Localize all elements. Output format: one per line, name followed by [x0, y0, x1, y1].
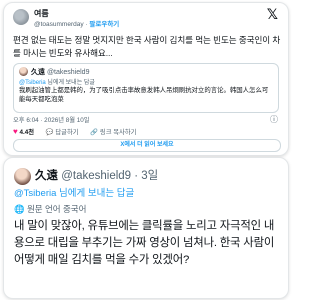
reply-button[interactable]: 💬 답글하기: [46, 129, 79, 136]
quoted-reply-context: @Tsiberia 님에게 보내는 답글: [19, 77, 95, 86]
post-text: 내 말이 맞잖아, 유튜브에는 클릭률을 노리고 자극적인 내용으로 대립을 부…: [14, 220, 275, 266]
user-handle[interactable]: @takeshield9: [61, 170, 131, 182]
reply-mention[interactable]: @Tsiberia: [14, 188, 56, 199]
follow-button[interactable]: 팔로우하기: [89, 21, 119, 28]
timestamp[interactable]: 오후 6:04 · 2026년 8월 10일: [13, 115, 90, 124]
quoted-tweet[interactable]: 久遠 @takeshield9 @Tsiberia 님에게 보내는 답글 我刷起…: [13, 63, 279, 113]
quoted-user-name: 久遠: [31, 69, 45, 76]
read-more-button[interactable]: X에서 더 읽어 보세요: [13, 139, 281, 152]
copy-link-button[interactable]: 🔗 링크 복사하기: [90, 129, 136, 136]
translation-label: 원문 언어 중국어: [26, 204, 87, 214]
translation-note[interactable]: 🌐 원문 언어 중국어: [14, 203, 86, 215]
avatar[interactable]: [13, 9, 29, 25]
avatar[interactable]: [14, 168, 31, 185]
tweet-text: 편견 없는 태도는 정말 멋지지만 한국 사람이 김치를 먹는 빈도는 중국인이…: [13, 35, 281, 58]
x-logo-icon[interactable]: 𝕏: [267, 6, 278, 23]
quoted-header: 久遠 @takeshield9: [31, 67, 89, 77]
like-button[interactable]: ♥ 4.4천: [13, 127, 35, 136]
user-name[interactable]: 久遠: [35, 170, 58, 182]
reply-icon: 💬: [45, 129, 54, 136]
post-age: · 3일: [131, 170, 159, 182]
reply-post: 久遠 @takeshield9 · 3일 @Tsiberia 님에게 보내는 답…: [3, 157, 289, 299]
quoted-avatar: [19, 67, 28, 76]
user-handle-line: @toasummerday · 팔로우하기: [34, 18, 119, 28]
heart-icon: ♥: [13, 127, 18, 136]
globe-icon: 🌐: [14, 204, 25, 214]
link-icon: 🔗: [90, 129, 99, 136]
quoted-user-handle: @takeshield9: [46, 69, 90, 76]
quoted-text: 我刷起油管上都是韩的，为了吸引点击率故意发韩人吊炯刷抗对立的言论。韩国人怎么可能…: [19, 87, 269, 103]
copy-link-label: 링크 복사하기: [99, 129, 137, 136]
reply-suffix: 님에게 보내는 답글: [56, 188, 135, 199]
tweet-actions: ♥ 4.4천 💬 답글하기 🔗 링크 복사하기: [13, 127, 146, 136]
like-count: 4.4천: [19, 129, 35, 136]
info-icon[interactable]: ⓘ: [270, 114, 278, 125]
reply-context: @Tsiberia 님에게 보내는 답글: [14, 185, 134, 199]
reply-post-header: 久遠 @takeshield9 · 3일: [35, 167, 158, 183]
reply-label: 답글하기: [55, 129, 79, 136]
embedded-tweet-card[interactable]: 여름 @toasummerday · 팔로우하기 𝕏 편견 없는 태도는 정말 …: [3, 2, 289, 156]
user-handle[interactable]: @toasummerday: [34, 21, 84, 28]
